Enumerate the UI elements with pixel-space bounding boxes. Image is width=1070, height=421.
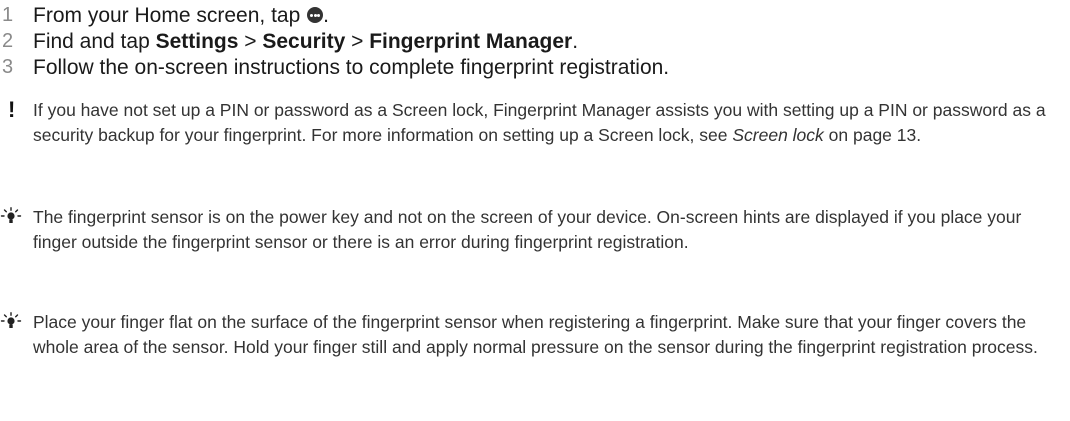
step-3: 3 Follow the on-screen instructions to c… — [0, 55, 1070, 80]
separator: > — [345, 30, 370, 53]
lightbulb-icon — [0, 207, 22, 223]
note-text: The fingerprint sensor is on the power k… — [33, 207, 1022, 252]
step-number: 3 — [2, 56, 14, 78]
step-text-part: From your Home screen, tap — [33, 4, 307, 27]
exclamation-icon: ! — [8, 97, 16, 122]
step-text-part: . — [323, 4, 329, 27]
step-2: 2 Find and tap Settings > Security > Fin… — [0, 29, 1070, 54]
lightbulb-icon — [0, 312, 22, 328]
apps-icon — [307, 7, 324, 23]
security-label: Security — [262, 30, 346, 53]
screen-lock-reference: Screen lock — [732, 124, 824, 145]
settings-label: Settings — [155, 30, 239, 53]
separator: > — [238, 30, 263, 53]
step-text: Follow the on-screen instructions to com… — [33, 56, 670, 79]
fingerprint-manager-label: Fingerprint Manager — [369, 30, 573, 53]
step-text-part: . — [572, 30, 579, 53]
step-text-part: Find and tap — [33, 30, 156, 53]
instruction-steps: 1 From your Home screen, tap . 2 Find an… — [0, 0, 1070, 79]
note-text: Place your finger flat on the surface of… — [33, 312, 1038, 357]
step-text: From your Home screen, tap . — [33, 3, 329, 28]
step-1: 1 From your Home screen, tap . — [0, 3, 1070, 28]
step-text: Find and tap Settings > Security > Finge… — [33, 29, 578, 54]
step-number: 1 — [2, 4, 14, 26]
note-text: If you have not set up a PIN or password… — [33, 98, 1063, 147]
step-number: 2 — [2, 30, 14, 52]
note-text-part: on page 13. — [823, 124, 922, 145]
